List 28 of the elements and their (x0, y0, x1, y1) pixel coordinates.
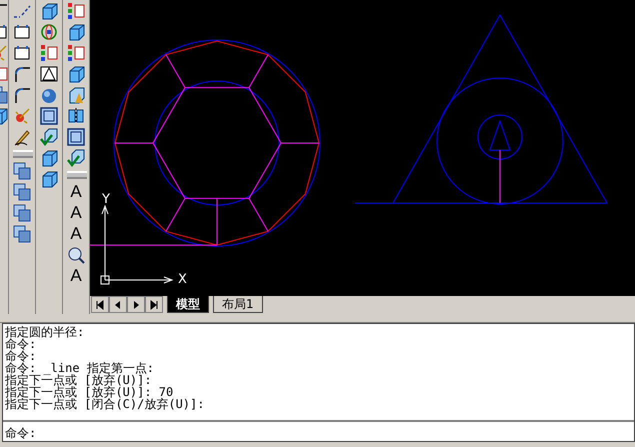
axis-label: X (178, 273, 187, 287)
text-tool-button[interactable]: A (65, 224, 87, 244)
last-tab-icon[interactable] (148, 298, 160, 310)
layout-tab[interactable]: 布局1 (213, 296, 263, 313)
command-history-line: 指定下一点或 [闭合(C)/放弃(U)]: (5, 398, 206, 410)
command-line[interactable]: 命令: (3, 420, 634, 441)
globe-icon[interactable] (39, 22, 59, 42)
text-tool-button[interactable]: A (65, 182, 87, 202)
square-icon[interactable] (39, 106, 59, 126)
text-tool-button[interactable]: A (65, 203, 87, 223)
text-tool-button[interactable]: A (65, 266, 87, 286)
layout-tab[interactable]: 模型 (167, 296, 209, 313)
square-icon[interactable] (66, 127, 86, 147)
toolbar-grip[interactable] (67, 171, 87, 179)
check-cube-icon[interactable] (66, 148, 86, 168)
check-cube-icon[interactable] (39, 127, 59, 147)
ucs-axes-icon (100, 204, 174, 284)
command-history-line: 指定下一点或 [放弃(U)]: 70 (5, 386, 174, 398)
first-tab-icon[interactable] (94, 298, 106, 310)
command-history-line: 命令: _line 指定第一点: (5, 362, 156, 374)
command-history-line: 指定下一点或 [放弃(U)]: (5, 374, 153, 386)
magnifier-icon[interactable] (66, 245, 86, 265)
command-history-line: 命令: (5, 338, 36, 350)
axis-label: Y (102, 193, 110, 207)
drawing-canvas[interactable]: Y X (90, 0, 635, 296)
command-history-line: 命令: (5, 350, 38, 362)
command-history-line: 指定圆的半径: (5, 326, 86, 338)
toolbar-grip[interactable] (13, 150, 33, 158)
